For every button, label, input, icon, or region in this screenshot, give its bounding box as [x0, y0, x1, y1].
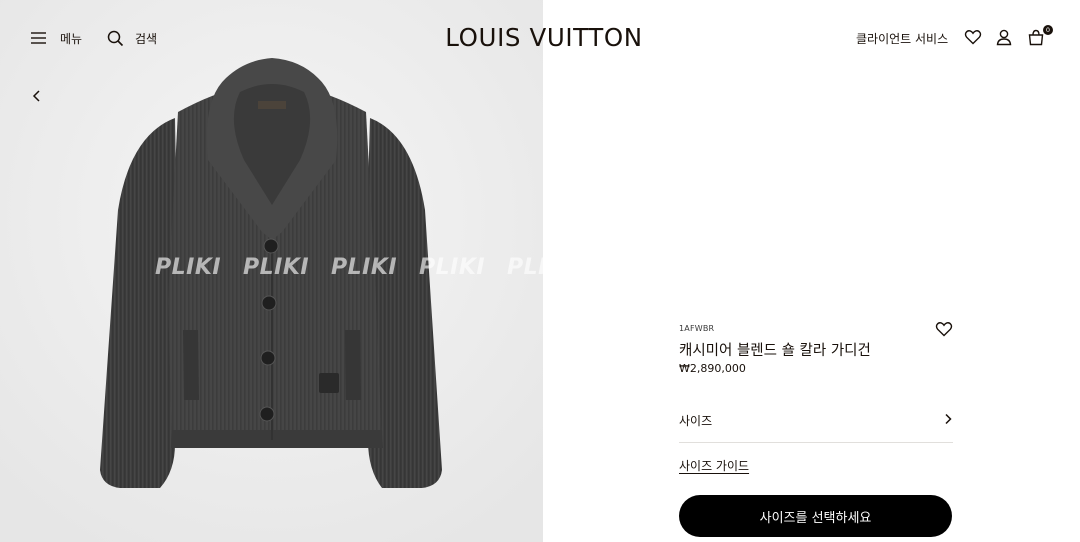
search-button[interactable]: 검색: [107, 28, 157, 48]
wishlist-heart-icon[interactable]: [935, 321, 953, 337]
size-label: 사이즈: [679, 414, 713, 428]
chevron-right-icon: [945, 413, 952, 425]
select-size-button[interactable]: 사이즈를 선택하세요: [679, 495, 952, 537]
product-name: 캐시미어 블렌드 숄 칼라 가디건: [679, 343, 871, 359]
search-icon: [107, 30, 124, 46]
size-selector[interactable]: 사이즈: [679, 404, 953, 443]
user-icon[interactable]: [995, 28, 1013, 46]
product-image-panel: PLIKIPLIKIPLIKIPLIKIPLIKI: [0, 0, 543, 542]
search-label: 검색: [135, 31, 158, 46]
product-image: [0, 0, 543, 542]
brand-logo[interactable]: LOUIS VUITTON: [443, 22, 645, 54]
menu-button[interactable]: 메뉴: [30, 28, 82, 48]
product-sku: 1AFWBR: [679, 324, 715, 333]
product-price: ₩2,890,000: [679, 362, 746, 375]
client-service-link[interactable]: 클라이언트 서비스: [856, 30, 948, 47]
heart-icon[interactable]: [964, 28, 982, 46]
cart-count-badge: 0: [1043, 25, 1053, 35]
menu-icon: [31, 32, 46, 44]
menu-label: 메뉴: [60, 31, 83, 46]
chevron-left-icon[interactable]: [30, 88, 44, 104]
site-header: 메뉴 검색 LOUIS VUITTON 클라이언트 서비스 0: [0, 0, 1080, 76]
size-guide-link[interactable]: 사이즈 가이드: [679, 457, 749, 474]
